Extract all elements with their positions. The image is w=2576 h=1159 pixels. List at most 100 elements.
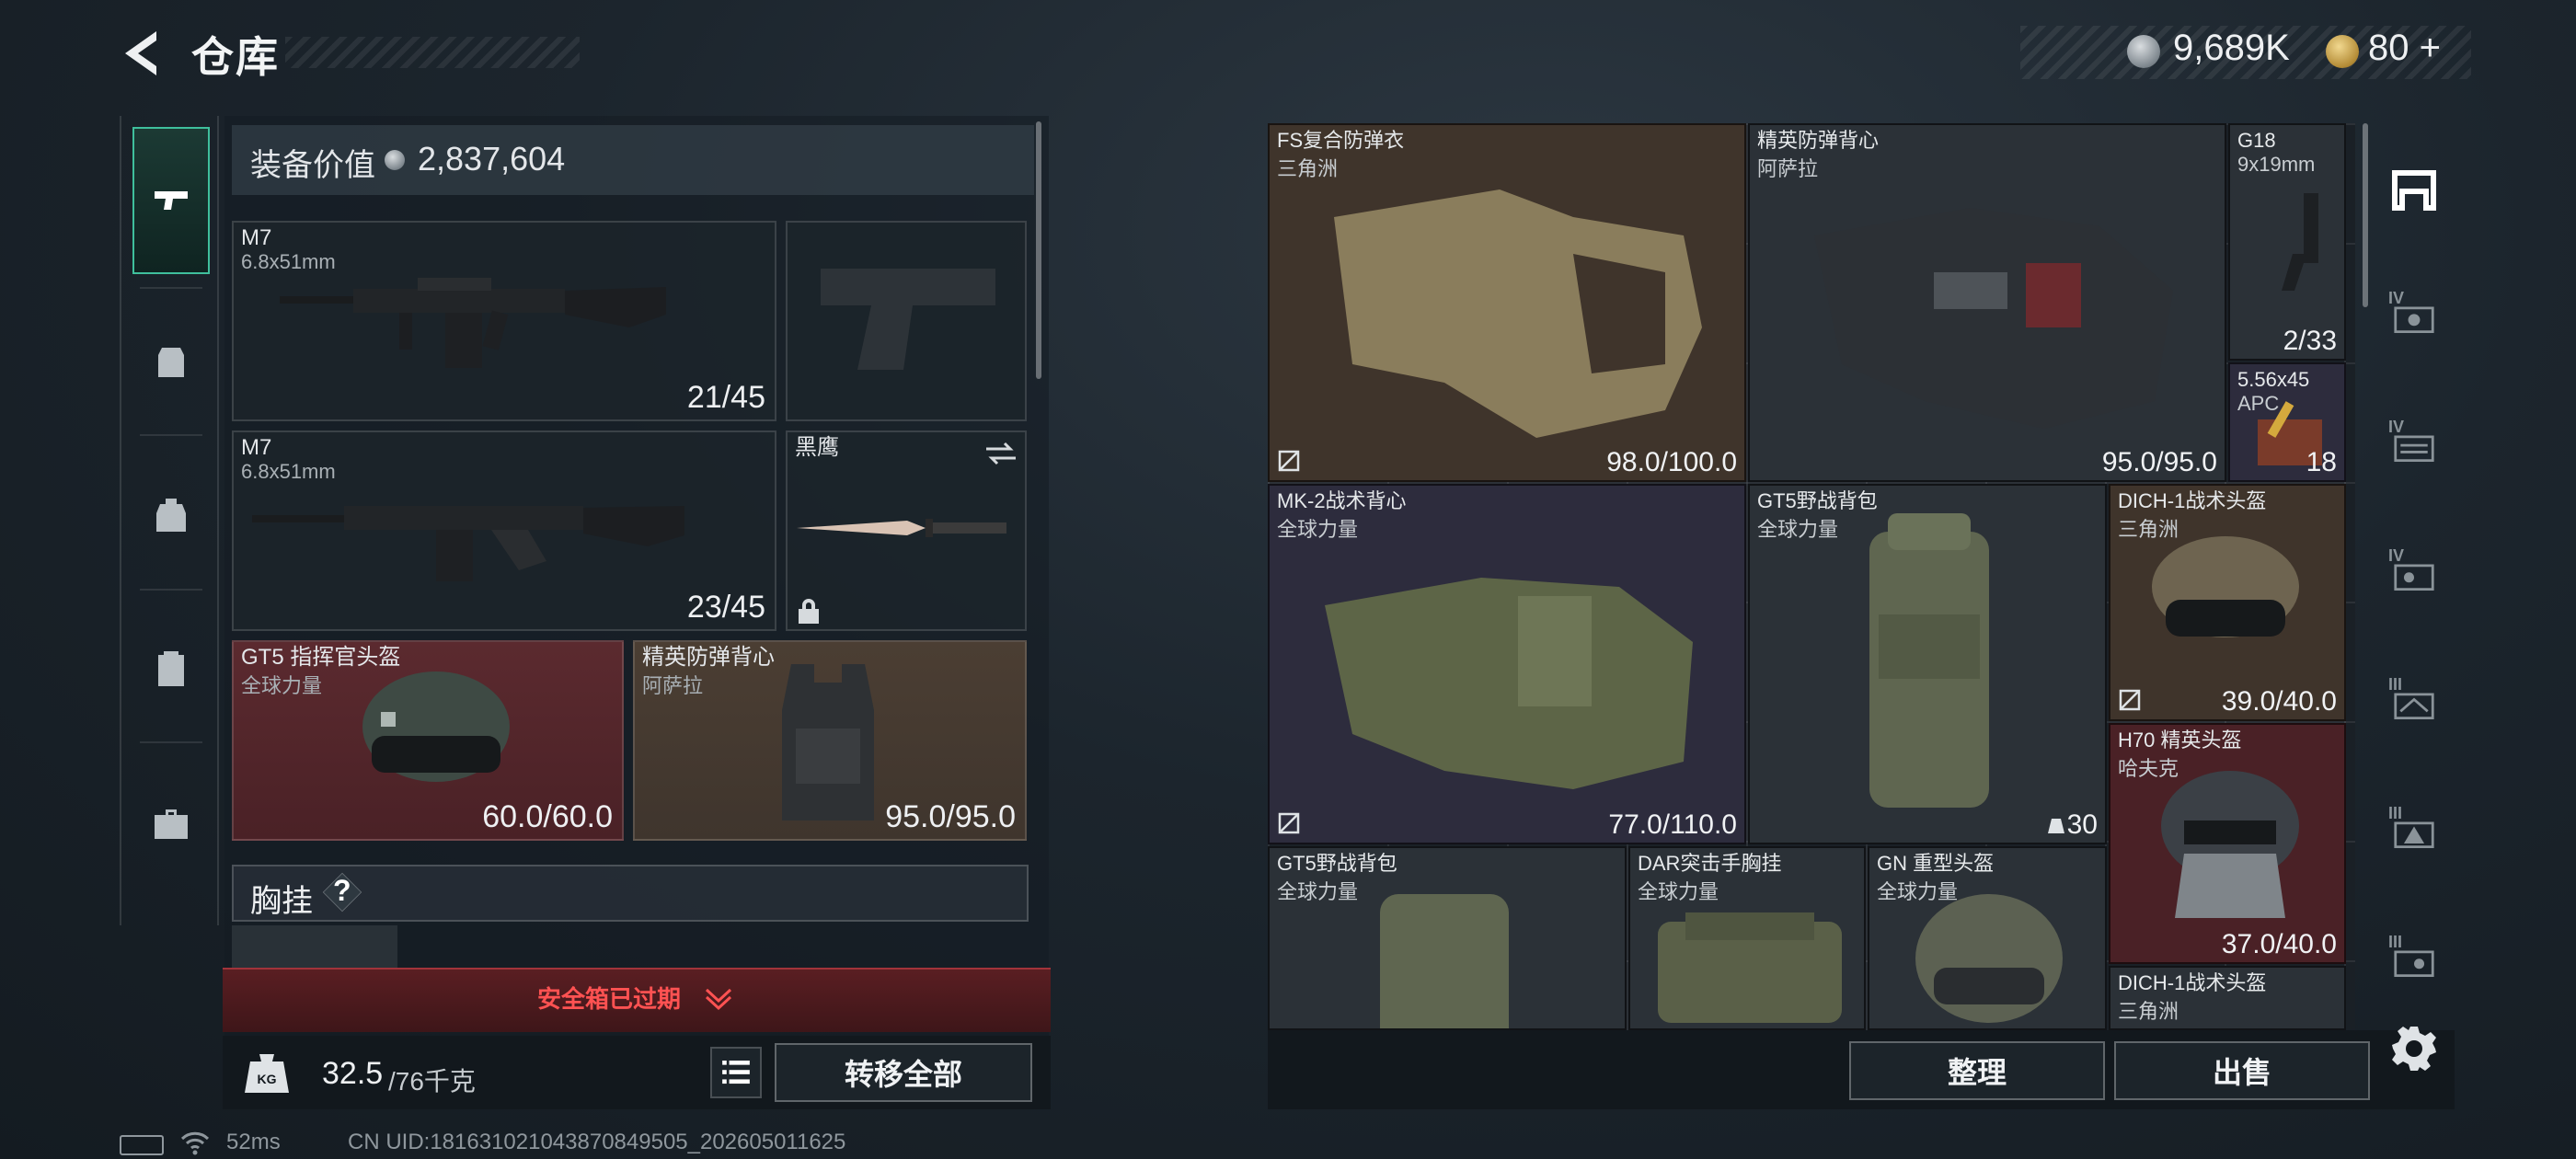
user-uid: CN UID:181631021043870849505_20260501162… (348, 1130, 846, 1154)
wifi-icon (180, 1131, 210, 1155)
list-icon (722, 1061, 750, 1084)
rail-loadout[interactable] (132, 289, 210, 436)
item-name: M7 (241, 435, 272, 460)
sort-button[interactable]: 整理 (1849, 1041, 2105, 1100)
back-button[interactable] (120, 26, 166, 81)
durability: 60.0/60.0 (482, 799, 613, 834)
gear-icon (2392, 1027, 2436, 1071)
stash-item-dich1-helmet[interactable]: DICH-1战术头盔 三角洲 39.0/40.0 (2109, 484, 2346, 721)
chest-rig-label: 胸挂 (250, 884, 313, 919)
ammo-count: 2/33 (2283, 326, 2337, 356)
item-caliber: 9x19mm (2237, 153, 2316, 176)
ammo-count: 23/45 (686, 590, 765, 625)
item-count: 18 (2306, 447, 2337, 477)
stash-page-iv-b[interactable]: IV (2377, 405, 2451, 488)
sell-button[interactable]: 出售 (2114, 1041, 2370, 1100)
list-view-button[interactable] (710, 1047, 762, 1098)
stash-item-gn-heavy-helmet[interactable]: GN 重型头盔 全球力量 (1868, 846, 2107, 1030)
token-value[interactable]: 80 + (2368, 28, 2441, 69)
weight-max: /76千克 (388, 1067, 476, 1096)
slot-armor[interactable]: 精英防弹背心 阿萨拉 95.0/95.0 (633, 640, 1027, 841)
armor-vest-icon (1334, 189, 1702, 438)
chest-rig-icon (1658, 912, 1842, 1023)
item-faction: 三角洲 (1277, 157, 1339, 180)
stash-item-h70-helmet[interactable]: H70 精英头盔 哈夫克 37.0/40.0 (2109, 723, 2346, 964)
safe-box-expired-text: 安全箱已过期 (537, 985, 682, 1013)
rail-pistol[interactable] (132, 127, 210, 274)
helmet-icon (2161, 771, 2299, 918)
settings-button[interactable] (2388, 1023, 2440, 1074)
item-faction: 全球力量 (1277, 880, 1359, 903)
rifle-icon (280, 278, 666, 368)
stash-item-g18[interactable]: G18 9x19mm 2/33 (2228, 123, 2346, 361)
stash-item-fs-armor[interactable]: FS复合防弹衣 三角洲 98.0/100.0 (1268, 123, 1746, 482)
item-name: MK-2战术背心 (1277, 489, 1407, 512)
durability: 95.0/95.0 (2101, 447, 2217, 477)
stash-item-gt5-backpack[interactable]: GT5野战背包 全球力量 30 (1748, 484, 2107, 844)
weight-current: 32.5 (322, 1056, 384, 1091)
slot-primary-weapon-1[interactable]: M7 6.8x51mm 21/45 (232, 221, 776, 421)
capacity-value: 30 (2066, 809, 2098, 840)
item-name: DICH-1战术头盔 (2118, 489, 2267, 512)
rail-backpack[interactable] (132, 442, 210, 589)
stash-level: IV (2388, 546, 2405, 565)
helmet-icon (1915, 894, 2063, 1023)
item-faction: 阿萨拉 (642, 674, 704, 697)
stash-item-ammo-556[interactable]: 5.56x45 APC 18 (2228, 362, 2346, 482)
no-repair-icon (2119, 689, 2141, 711)
stash-page-iv-a[interactable]: IV (2377, 276, 2451, 359)
stash-item-dich1-helmet-2[interactable]: DICH-1战术头盔 三角洲 (2109, 966, 2346, 1030)
item-faction: 全球力量 (241, 674, 323, 697)
stash-page-main[interactable] (2377, 147, 2451, 230)
back-arrow-icon (125, 31, 156, 75)
stash-item-elite-vest[interactable]: 精英防弹背心 阿萨拉 95.0/95.0 (1748, 123, 2226, 482)
item-name: 精英防弹背心 (1757, 129, 1880, 152)
ammo-count: 21/45 (686, 380, 765, 415)
stash-item-dar-chest-rig[interactable]: DAR突击手胸挂 全球力量 (1628, 846, 1866, 1030)
stash-page-iii-a[interactable]: III (2377, 662, 2451, 745)
equipment-scrollbar[interactable] (1036, 121, 1041, 379)
item-name: DICH-1战术头盔 (2118, 971, 2267, 994)
item-name: 精英防弹背心 (642, 645, 775, 670)
stash-page-iii-c[interactable]: III (2377, 920, 2451, 1003)
slot-melee[interactable]: 黑鹰 (786, 430, 1027, 631)
stash-page-iii-b[interactable]: III (2377, 791, 2451, 874)
helmet-icon (362, 671, 510, 782)
durability: 98.0/100.0 (1606, 447, 1737, 477)
armor-vest-icon (782, 664, 874, 820)
stash-level: III (2388, 804, 2403, 822)
stash-level: III (2388, 933, 2403, 951)
item-name: GN 重型头盔 (1877, 852, 1995, 875)
weight-icon-label: KG (258, 1072, 277, 1086)
title-decoration (285, 37, 580, 68)
slot-primary-weapon-2[interactable]: M7 6.8x51mm 23/45 (232, 430, 776, 631)
slot-helmet[interactable]: GT5 指挥官头盔 全球力量 60.0/60.0 (232, 640, 624, 841)
swap-icon (986, 442, 1016, 465)
item-name: 黑鹰 (795, 435, 839, 460)
item-name: H70 精英头盔 (2118, 729, 2242, 752)
rail-briefcase[interactable] (132, 751, 210, 898)
equipment-value: 2,837,604 (418, 140, 566, 178)
stash-page-iv-c[interactable]: IV (2377, 534, 2451, 616)
rail-locker[interactable] (132, 594, 210, 741)
money-coin-icon (2127, 35, 2160, 68)
stash-item-gt5-backpack-2[interactable]: GT5野战背包 全球力量 (1268, 846, 1627, 1030)
token-coin-icon (2326, 35, 2359, 68)
weight-kg-icon: KG (245, 1054, 289, 1093)
item-name: M7 (241, 225, 272, 250)
chevron-down-icon[interactable] (703, 984, 734, 1012)
helmet-icon (2152, 536, 2299, 637)
item-name: FS复合防弹衣 (1277, 129, 1405, 152)
lock-icon (799, 599, 819, 624)
item-faction: 全球力量 (1638, 880, 1719, 903)
transfer-all-button[interactable]: 转移全部 (775, 1043, 1032, 1102)
item-faction: 全球力量 (1277, 518, 1359, 541)
stash-level: IV (2388, 289, 2405, 307)
stash-main-icon (2392, 170, 2436, 211)
item-name: DAR突击手胸挂 (1638, 852, 1782, 875)
slot-sidearm-empty[interactable] (786, 221, 1027, 421)
armor-vest-icon (1814, 208, 2173, 429)
loadout-icon (158, 348, 184, 377)
stash-item-mk2-vest[interactable]: MK-2战术背心 全球力量 77.0/110.0 (1268, 484, 1746, 844)
no-repair-icon (1278, 450, 1300, 472)
